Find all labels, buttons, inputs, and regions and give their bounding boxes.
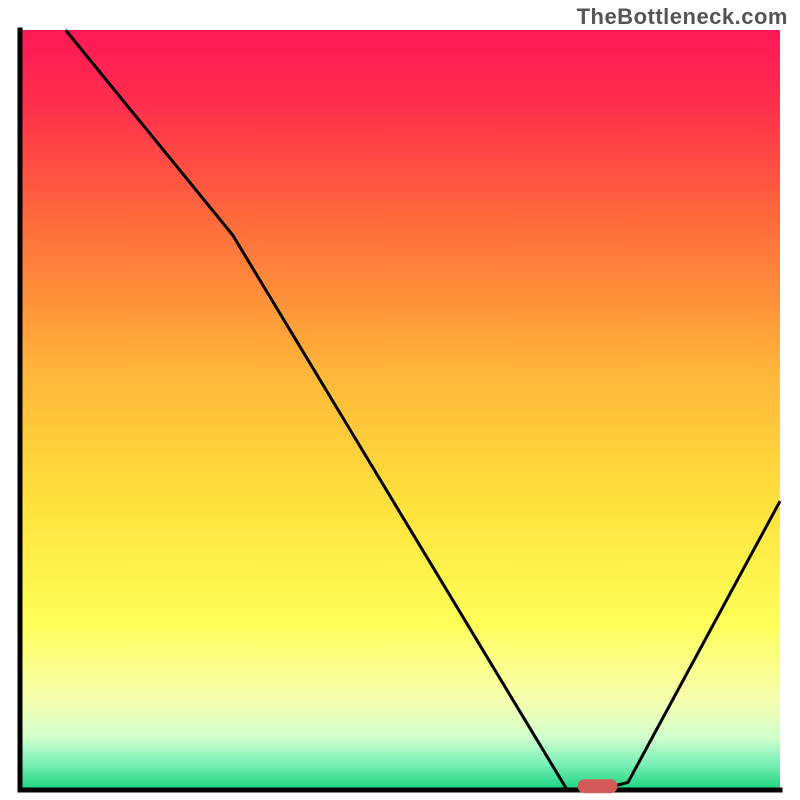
chart-background-gradient (20, 30, 780, 790)
chart-container: TheBottleneck.com (0, 0, 800, 800)
bottleneck-chart (0, 0, 800, 800)
watermark-label: TheBottleneck.com (577, 4, 788, 30)
optimal-marker (578, 779, 618, 793)
